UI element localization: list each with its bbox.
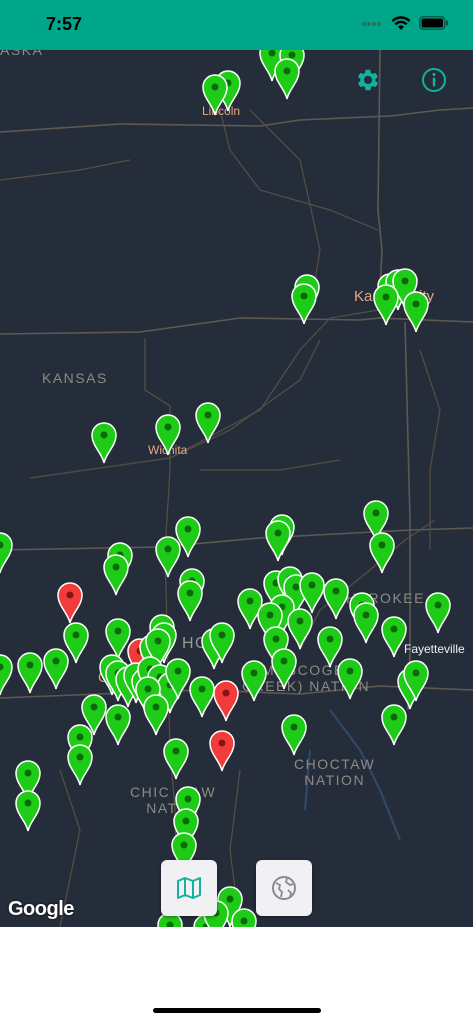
map-pin-alert[interactable] xyxy=(213,680,239,722)
map-pin[interactable] xyxy=(15,790,41,832)
map-pin[interactable] xyxy=(0,654,13,696)
map-pin[interactable] xyxy=(323,578,349,620)
info-icon xyxy=(422,68,446,92)
battery-icon xyxy=(419,15,449,35)
map-pin[interactable] xyxy=(287,608,313,650)
map-pin[interactable] xyxy=(103,554,129,596)
map-pin[interactable] xyxy=(274,58,300,100)
map-pin[interactable] xyxy=(265,520,291,562)
map-pin[interactable] xyxy=(369,532,395,574)
map-pin[interactable] xyxy=(353,602,379,644)
map-pin[interactable] xyxy=(237,588,263,630)
status-time: 7:57 xyxy=(46,14,83,34)
map-pin[interactable] xyxy=(91,422,117,464)
map-pin[interactable] xyxy=(231,908,257,927)
map-pin[interactable] xyxy=(281,714,307,756)
globe-icon xyxy=(272,876,296,900)
map-pin[interactable] xyxy=(195,402,221,444)
map-pin-alert[interactable] xyxy=(57,582,83,624)
map-pin[interactable] xyxy=(299,572,325,614)
map-pin[interactable] xyxy=(67,744,93,786)
map-pin[interactable] xyxy=(381,616,407,658)
signal-icon xyxy=(361,16,383,34)
status-bar: 7:57 xyxy=(0,0,473,50)
status-icons xyxy=(361,14,449,36)
home-indicator[interactable] xyxy=(153,1008,321,1013)
gear-icon xyxy=(357,69,379,91)
map-pin[interactable] xyxy=(163,738,189,780)
pin-layer xyxy=(0,50,451,927)
map-pin[interactable] xyxy=(373,284,399,326)
map-pin-alert[interactable] xyxy=(209,730,235,772)
map-icon xyxy=(177,877,201,899)
map-pin[interactable] xyxy=(241,660,267,702)
map-pin[interactable] xyxy=(337,658,363,700)
map-pin[interactable] xyxy=(105,704,131,746)
map-pin[interactable] xyxy=(317,626,343,668)
settings-button[interactable] xyxy=(352,64,384,96)
map-view[interactable]: ASKA KANSAS HEROKEE MUSCOGEE CREEK) NATI… xyxy=(0,50,473,927)
map-pin[interactable] xyxy=(403,291,429,333)
map-pin[interactable] xyxy=(202,74,228,116)
info-button[interactable] xyxy=(418,64,450,96)
map-view-button[interactable] xyxy=(161,860,217,916)
map-pin[interactable] xyxy=(177,580,203,622)
map-pin[interactable] xyxy=(381,704,407,746)
map-pin[interactable] xyxy=(271,648,297,690)
map-pin[interactable] xyxy=(43,648,69,690)
map-pin[interactable] xyxy=(17,652,43,694)
map-pin[interactable] xyxy=(425,592,451,634)
map-pin[interactable] xyxy=(155,414,181,456)
globe-view-button[interactable] xyxy=(256,860,312,916)
map-pin[interactable] xyxy=(155,536,181,578)
map-pin[interactable] xyxy=(143,694,169,736)
map-pin[interactable] xyxy=(291,283,317,325)
map-pin[interactable] xyxy=(0,532,13,574)
wifi-icon xyxy=(391,15,411,36)
google-attribution: Google xyxy=(8,898,74,920)
map-pin[interactable] xyxy=(189,676,215,718)
map-pin[interactable] xyxy=(105,618,131,660)
